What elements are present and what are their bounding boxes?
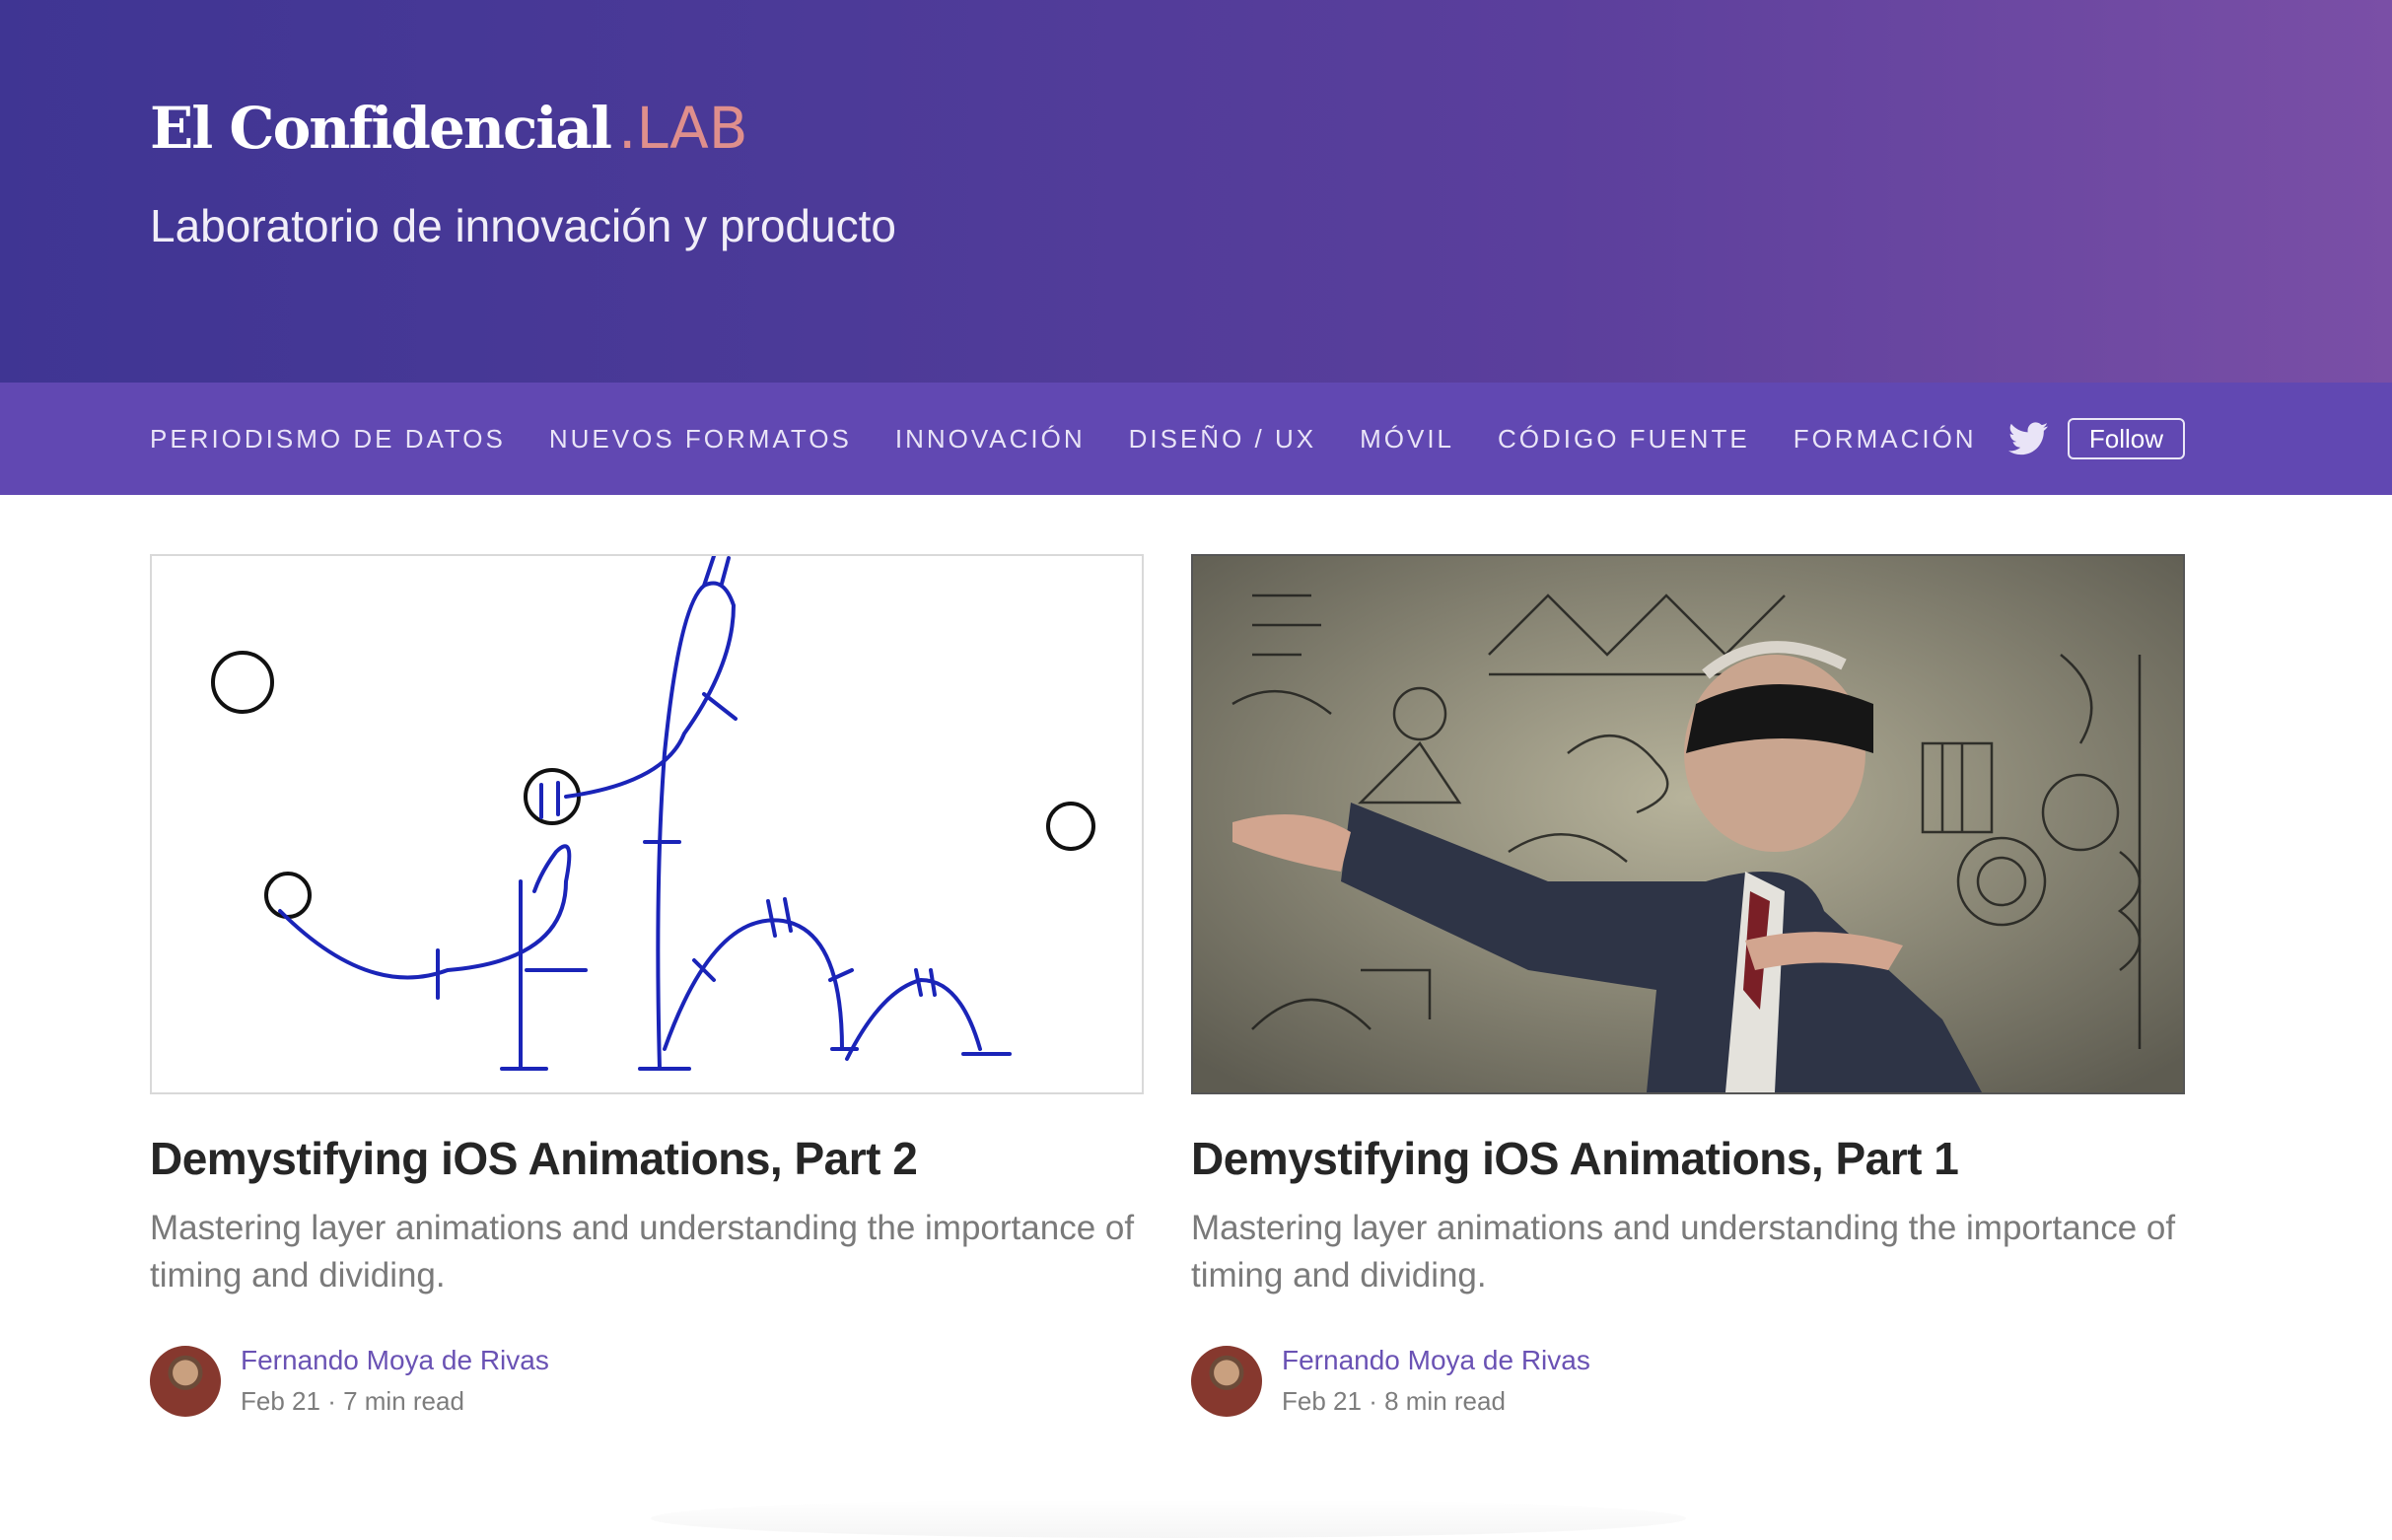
site-header: El Confidencial .LAB Laboratorio de inno… [0, 0, 2392, 383]
nav-item-periodismo[interactable]: PERIODISMO DE DATOS [150, 424, 506, 455]
nav-item-movil[interactable]: MÓVIL [1360, 424, 1454, 455]
author-name[interactable]: Fernando Moya de Rivas [1282, 1345, 1590, 1376]
post-card[interactable]: Demystifying iOS Animations, Part 1 Mast… [1191, 554, 2185, 1417]
post-image-animation-sketch[interactable] [150, 554, 1144, 1094]
post-subtitle[interactable]: Mastering layer animations and understan… [150, 1205, 1144, 1299]
post-title[interactable]: Demystifying iOS Animations, Part 2 [150, 1132, 1144, 1185]
post-date: Feb 21 [241, 1386, 320, 1416]
nav-item-codigo-fuente[interactable]: CÓDIGO FUENTE [1498, 424, 1750, 455]
post-meta: Feb 21 · 8 min read [1282, 1386, 1590, 1417]
author-name[interactable]: Fernando Moya de Rivas [241, 1345, 549, 1376]
meta-separator: · [1369, 1386, 1377, 1416]
author-info: Fernando Moya de Rivas Feb 21 · 8 min re… [1282, 1345, 1590, 1417]
nav-item-nuevos-formatos[interactable]: NUEVOS FORMATOS [549, 424, 852, 455]
logo-accent-text: .LAB [618, 95, 748, 162]
site-tagline: Laboratorio de innovación y producto [150, 200, 896, 251]
nav-item-formacion[interactable]: FORMACIÓN [1794, 424, 1977, 455]
logo-main-text: El Confidencial [150, 95, 612, 162]
nav-item-innovacion[interactable]: INNOVACIÓN [895, 424, 1086, 455]
post-author-row: Fernando Moya de Rivas Feb 21 · 7 min re… [150, 1345, 1144, 1417]
avatar[interactable] [1191, 1345, 1262, 1417]
site-logo[interactable]: El Confidencial .LAB [150, 95, 748, 164]
read-time: 8 min read [1384, 1386, 1506, 1416]
nav-item-diseno-ux[interactable]: DISEÑO / UX [1129, 424, 1316, 455]
read-time: 7 min read [343, 1386, 464, 1416]
author-info: Fernando Moya de Rivas Feb 21 · 7 min re… [241, 1345, 549, 1417]
twitter-icon[interactable] [2007, 422, 2048, 455]
bottom-shadow-divider [651, 1499, 1686, 1538]
navigation-bar: PERIODISMO DE DATOS NUEVOS FORMATOS INNO… [0, 383, 2392, 495]
meta-separator: · [327, 1386, 336, 1416]
follow-button[interactable]: Follow [2067, 418, 2185, 459]
post-title[interactable]: Demystifying iOS Animations, Part 1 [1191, 1132, 2185, 1185]
post-subtitle[interactable]: Mastering layer animations and understan… [1191, 1205, 2185, 1299]
blindfolded-man-photo [1193, 556, 2183, 1092]
post-meta: Feb 21 · 7 min read [241, 1386, 549, 1417]
animation-sketch-drawing [211, 556, 1095, 1071]
post-card[interactable]: Demystifying iOS Animations, Part 2 Mast… [150, 554, 1144, 1417]
post-image-blindfolded-man[interactable] [1191, 554, 2185, 1094]
post-date: Feb 21 [1282, 1386, 1362, 1416]
post-author-row: Fernando Moya de Rivas Feb 21 · 8 min re… [1191, 1345, 2185, 1417]
social-actions: Follow [2007, 383, 2185, 495]
nav-menu: PERIODISMO DE DATOS NUEVOS FORMATOS INNO… [150, 383, 2020, 495]
avatar[interactable] [150, 1345, 221, 1417]
